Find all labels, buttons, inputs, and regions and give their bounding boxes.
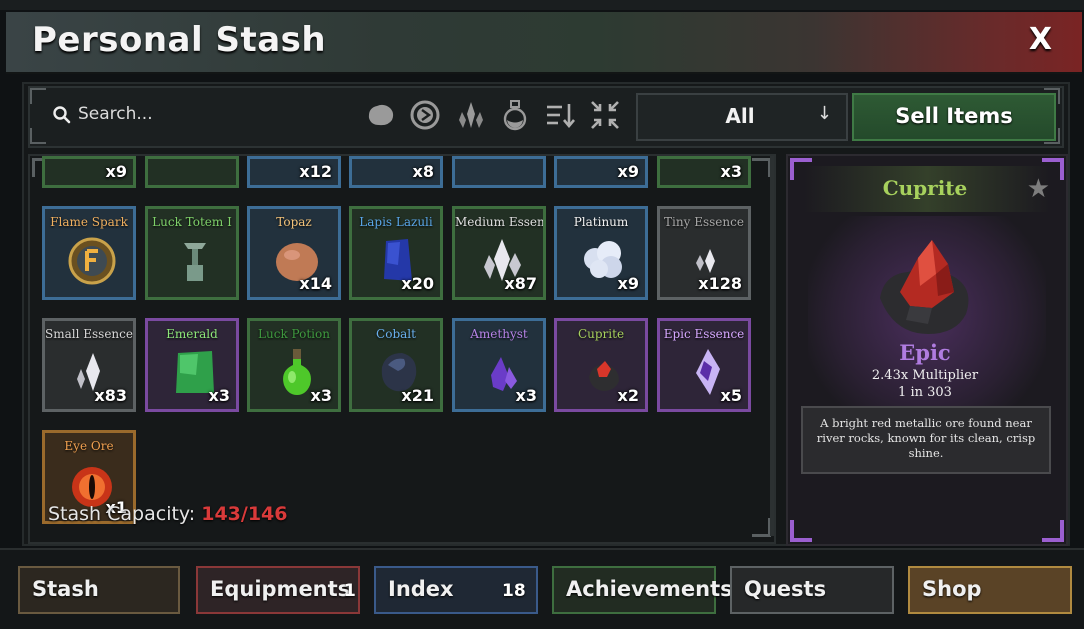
item-slot-partial[interactable]: x12 [247,156,341,188]
ore-filter-icon[interactable] [364,98,398,132]
item-small-essence[interactable]: Small Essence x83 [42,318,136,412]
item-name: Lapis Lazuli [359,215,433,229]
frame-corner [752,518,771,537]
frame-corner [790,520,812,542]
item-name: Luck Totem I [152,215,232,229]
item-name: Cuprite [577,327,625,341]
nav-quests-label: Quests [744,577,827,601]
essence-filter-icon[interactable] [454,98,488,132]
item-name: Luck Potion [258,327,330,341]
sort-icon[interactable] [544,98,578,132]
favorite-star-icon[interactable]: ★ [1027,174,1050,204]
nav-index[interactable]: Index 18 [374,566,538,614]
item-cobalt[interactable]: Cobalt x21 [349,318,443,412]
grid-scrollbar[interactable] [770,156,774,536]
item-medium-essence[interactable]: Medium Essence x87 [452,206,546,300]
nav-index-label: Index [388,577,454,601]
flame-spark-icon [68,237,116,285]
item-name: Platinum [573,215,629,229]
totem-icon [184,243,206,281]
sell-items-label: Sell Items [895,104,1013,128]
item-epic-essence[interactable]: Epic Essence x5 [657,318,751,412]
nav-index-badge: 18 [502,581,526,601]
nav-stash[interactable]: Stash [18,566,180,614]
item-cuprite[interactable]: Cuprite x2 [554,318,648,412]
item-name: Cobalt [376,327,416,341]
item-slot-partial[interactable] [452,156,546,188]
item-slot-partial[interactable]: x9 [42,156,136,188]
nav-achievements-label: Achievements [566,577,733,601]
collapse-icon[interactable] [588,98,622,132]
item-name: Small Essence [45,327,133,341]
coin-filter-icon[interactable] [408,98,442,132]
item-topaz[interactable]: Topaz x14 [247,206,341,300]
item-name: Emerald [166,327,218,341]
item-name: Eye Ore [64,439,114,453]
item-name: Tiny Essence [664,215,744,229]
dropdown-value: All [725,104,755,128]
top-strip [0,0,1084,10]
item-platinum[interactable]: Platinum x9 [554,206,648,300]
detail-description-box: A bright red metallic ore found near riv… [801,406,1051,474]
arrow-down-icon: ↓ [816,103,832,124]
nav-equipments-badge: 1 [344,581,356,601]
item-name: Topaz [276,215,312,229]
item-tiny-essence[interactable]: Tiny Essence x128 [657,206,751,300]
item-lapis-lazuli[interactable]: Lapis Lazuli x20 [349,206,443,300]
item-flame-spark[interactable]: Flame Spark [42,206,136,300]
item-luck-totem[interactable]: Luck Totem I [145,206,239,300]
item-name: Flame Spark [50,215,128,229]
title-bar: Personal Stash X [6,12,1082,74]
sell-items-button[interactable]: Sell Items [852,93,1056,141]
nav-shop-label: Shop [922,577,982,601]
item-slot-partial[interactable] [145,156,239,188]
window-title: Personal Stash [32,20,327,60]
potion-filter-icon[interactable] [498,98,532,132]
item-amethyst[interactable]: Amethyst x3 [452,318,546,412]
detail-rarity: Epic [899,340,951,365]
item-slot-partial[interactable]: x3 [657,156,751,188]
frame-corner [1042,520,1064,542]
item-grid: x9 x12 x8 x9 x3 Flame Spark Luck Totem I… [28,154,776,544]
item-luck-potion[interactable]: Luck Potion x3 [247,318,341,412]
frame-corner [752,158,771,177]
item-slot-partial[interactable]: x8 [349,156,443,188]
capacity-value: 143/146 [201,503,288,525]
close-button[interactable]: X [1029,22,1052,57]
category-dropdown[interactable]: All ↓ [636,93,848,141]
detail-description: A bright red metallic ore found near riv… [816,416,1036,460]
search-placeholder: Search... [78,104,153,124]
detail-multiplier: 2.43x Multiplier [871,368,979,383]
nav-achievements[interactable]: Achievements [552,566,733,614]
search-input[interactable]: Search... [42,95,352,135]
nav-quests[interactable]: Quests [730,566,894,614]
detail-item-name: Cuprite [882,176,968,200]
item-name: Epic Essence [663,327,745,341]
item-detail-panel: Cuprite ★ Epic 2.43x Multiplier 1 in 303… [786,154,1068,546]
nav-shop[interactable]: Shop [908,566,1072,614]
cuprite-large-icon [880,240,969,334]
item-slot-partial[interactable]: x9 [554,156,648,188]
item-name: Medium Essence [455,215,543,229]
nav-equipments[interactable]: Equipments 1 [196,566,360,614]
capacity-label: Stash Capacity: [48,503,196,525]
stash-capacity: Stash Capacity: 143/146 [48,503,288,525]
search-icon [53,106,71,124]
item-emerald[interactable]: Emerald x3 [145,318,239,412]
nav-equipments-label: Equipments [210,577,351,601]
detail-odds: 1 in 303 [898,385,952,400]
item-name: Amethyst [470,327,528,341]
nav-stash-label: Stash [32,577,99,601]
